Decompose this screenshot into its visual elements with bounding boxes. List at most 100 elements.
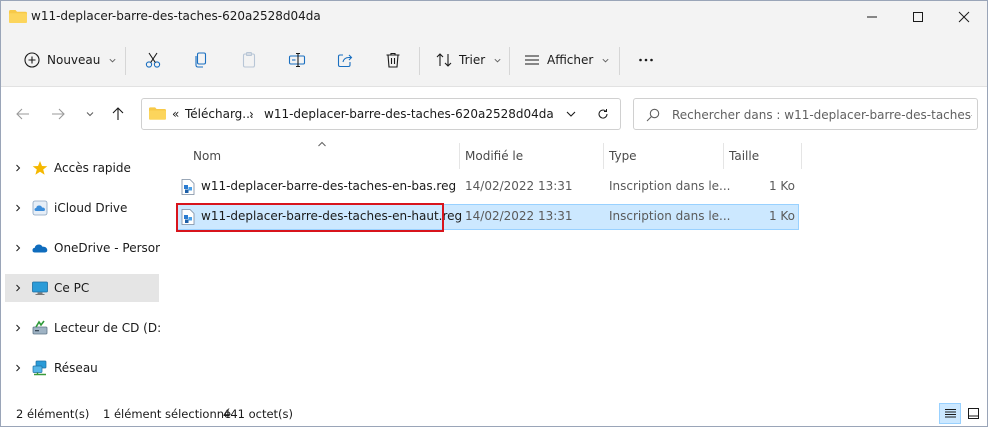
column-header-label: Nom <box>193 149 222 163</box>
column-header-type[interactable]: Type <box>603 143 723 169</box>
status-bar: 2 élément(s) 1 élément sélectionné 441 o… <box>1 401 987 426</box>
registry-file-icon <box>181 179 195 195</box>
search-icon <box>646 108 660 122</box>
details-view-button[interactable] <box>939 403 961 424</box>
arrow-right-icon <box>52 108 65 120</box>
maximize-icon <box>913 12 923 22</box>
file-row-selected[interactable]: w11-deplacer-barre-des-taches-en-haut.re… <box>177 204 799 230</box>
copy-button[interactable] <box>192 44 210 76</box>
toolbar-divider <box>509 47 510 75</box>
refresh-icon <box>598 109 608 119</box>
column-header-name[interactable]: Nom <box>187 143 457 169</box>
cut-button[interactable] <box>144 44 162 76</box>
navigation-bar: « Télécharg... › w11-deplacer-barre-des-… <box>1 88 987 140</box>
up-button[interactable] <box>108 104 128 124</box>
chevron-down-icon <box>566 111 576 117</box>
sidebar-item-onedrive[interactable]: OneDrive - Personal <box>5 234 160 262</box>
chevron-right-icon[interactable] <box>13 283 23 293</box>
column-header-size[interactable]: Taille <box>723 143 801 169</box>
registry-file-icon <box>181 209 195 225</box>
sidebar-item-this-pc[interactable]: Ce PC <box>5 274 159 302</box>
chevron-down-icon <box>109 58 116 62</box>
file-modified: 14/02/2022 13:31 <box>465 209 573 223</box>
rename-button[interactable] <box>288 44 306 76</box>
refresh-button[interactable] <box>594 105 612 123</box>
forward-button[interactable] <box>48 104 68 124</box>
title-bar[interactable]: w11-deplacer-barre-des-taches-620a2528d0… <box>1 1 987 33</box>
view-label: Afficher <box>547 53 594 67</box>
close-icon <box>958 11 970 23</box>
file-modified: 14/02/2022 13:31 <box>465 179 573 193</box>
sidebar-item-quick-access[interactable]: Accès rapide <box>5 154 159 182</box>
column-header-modified[interactable]: Modifié le <box>459 143 603 169</box>
folder-icon <box>149 107 166 120</box>
trash-icon <box>386 52 400 68</box>
delete-button[interactable] <box>384 44 402 76</box>
close-button[interactable] <box>941 1 987 33</box>
maximize-button[interactable] <box>895 1 941 33</box>
paste-button[interactable] <box>240 44 258 76</box>
computer-icon <box>32 281 48 295</box>
new-button[interactable]: Nouveau <box>23 44 117 76</box>
large-icons-view-button[interactable] <box>962 403 984 424</box>
column-header-label: Type <box>609 149 637 163</box>
chevron-down-icon <box>602 58 609 62</box>
breadcrumb-current-folder[interactable]: w11-deplacer-barre-des-taches-620a2528d0… <box>264 107 554 121</box>
file-type: Inscription dans le... <box>609 209 731 223</box>
more-dots-icon <box>639 58 653 62</box>
sidebar-item-icloud-drive[interactable]: iCloud Drive <box>5 194 159 222</box>
chevron-right-icon[interactable] <box>13 203 23 213</box>
column-separator[interactable] <box>801 143 802 169</box>
sidebar-item-network[interactable]: Réseau <box>5 354 159 382</box>
sidebar-item-label: Ce PC <box>54 281 90 295</box>
toolbar-divider <box>419 47 420 75</box>
sidebar-item-cd-drive[interactable]: Lecteur de CD (D:) C <box>5 314 160 342</box>
toolbar-divider <box>619 47 620 75</box>
onedrive-icon <box>32 244 48 253</box>
icloud-icon <box>32 200 48 216</box>
file-name: w11-deplacer-barre-des-taches-en-haut.re… <box>201 209 463 223</box>
plus-circle-icon <box>24 52 40 68</box>
chevron-right-icon[interactable] <box>13 323 23 333</box>
column-header-label: Modifié le <box>465 149 524 163</box>
file-size: 1 Ko <box>768 179 795 193</box>
sidebar-item-label: iCloud Drive <box>54 201 128 215</box>
sort-arrows-icon <box>436 53 452 67</box>
address-history-button[interactable] <box>562 105 580 123</box>
navigation-pane: Accès rapide iCloud Drive OneDrive - Per… <box>1 140 161 400</box>
address-bar[interactable]: « Télécharg... › w11-deplacer-barre-des-… <box>141 98 621 130</box>
rename-icon <box>288 52 306 68</box>
details-view-icon <box>944 409 956 418</box>
view-button[interactable]: Afficher <box>523 44 610 76</box>
minimize-icon <box>867 16 877 18</box>
breadcrumb-overflow[interactable]: « <box>172 107 179 121</box>
breadcrumb-downloads[interactable]: Télécharg... <box>185 107 254 121</box>
window-title: w11-deplacer-barre-des-taches-620a2528d0… <box>31 9 321 23</box>
status-selection: 1 élément sélectionné <box>103 407 232 421</box>
arrow-left-icon <box>16 108 29 120</box>
chevron-right-icon[interactable] <box>13 243 23 253</box>
file-row[interactable]: w11-deplacer-barre-des-taches-en-bas.reg… <box>177 174 799 200</box>
sort-button[interactable]: Trier <box>435 44 502 76</box>
sidebar-item-label: OneDrive - Personal <box>54 241 160 255</box>
sidebar-item-label: Réseau <box>54 361 98 375</box>
chevron-down-icon <box>494 58 501 62</box>
folder-icon <box>9 10 27 23</box>
file-list: Nom Modifié le Type Taille w11-deplacer-… <box>161 140 987 400</box>
chevron-down-icon <box>86 112 94 117</box>
back-button[interactable] <box>13 104 33 124</box>
recent-locations-button[interactable] <box>80 104 100 124</box>
breadcrumb-separator[interactable]: › <box>249 107 254 121</box>
minimize-button[interactable] <box>849 1 895 33</box>
file-type: Inscription dans le... <box>609 179 731 193</box>
share-icon <box>337 54 353 68</box>
more-options-button[interactable] <box>637 44 655 76</box>
paste-icon <box>242 51 256 68</box>
share-button[interactable] <box>336 44 354 76</box>
search-input[interactable] <box>672 105 972 125</box>
search-box[interactable] <box>633 98 978 130</box>
chevron-right-icon[interactable] <box>13 363 23 373</box>
arrow-up-icon <box>112 107 124 120</box>
chevron-right-icon[interactable] <box>13 163 23 173</box>
tiles-view-icon <box>967 408 979 419</box>
